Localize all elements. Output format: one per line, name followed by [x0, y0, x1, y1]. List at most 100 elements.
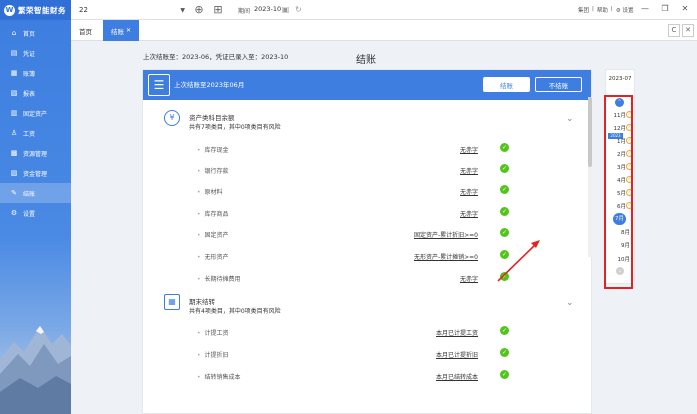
settings-link[interactable]: ⚙ 设置 [616, 6, 634, 14]
table-row: 库存商品 无赤字 ✓ [143, 202, 591, 223]
yen-icon: ¥ [164, 110, 180, 126]
panel-header: ☰ 上次结账至2023年06月 结账 不结账 [143, 70, 591, 100]
check-icon: ✓ [500, 370, 509, 379]
ledger-icon: ▦ [10, 69, 18, 77]
row-status-link[interactable]: 本月已计提工资 [436, 328, 478, 337]
sidebar-item-label: 结账 [23, 190, 36, 198]
sidebar-item-fixed-assets[interactable]: ▥ 固定资产 [0, 103, 71, 123]
section-period-end[interactable]: ▦ 期末结转 共有4项类目，其中0项类目有风险 ⌄ [143, 288, 591, 320]
plus-circle-icon[interactable]: ⊕ [193, 4, 205, 16]
table-row: 银行存款 无赤字 ✓ [143, 159, 591, 180]
sidebar-item-label: 工资 [23, 130, 36, 138]
pen-icon: ✎ [11, 189, 17, 197]
row-status-link[interactable]: 无赤字 [460, 145, 478, 154]
check-icon: ✓ [500, 348, 509, 357]
table-row: 结转销售成本 本月已结转成本 ✓ [143, 365, 591, 386]
section-asset-balance[interactable]: ¥ 资产类科目余额 共有7项类目，其中0项类目有风险 ⌄ [143, 104, 591, 136]
sidebar-item-funds[interactable]: ▨ 资金管理 [0, 163, 71, 183]
row-status-link[interactable]: 本月已结转成本 [436, 372, 478, 381]
group-link[interactable]: 集团 [578, 6, 589, 14]
tab-bar: 首页 结账 ✕ C ✕ [71, 20, 697, 41]
sidebar-item-resources[interactable]: ▩ 资源管理 [0, 143, 71, 163]
chevron-down-icon[interactable]: ⌄ [566, 298, 574, 308]
refresh-icon[interactable]: ↻ [294, 5, 303, 14]
sidebar-item-label: 凭证 [23, 50, 36, 58]
table-row: 计提折旧 本月已计提折旧 ✓ [143, 343, 591, 364]
check-icon: ✓ [500, 272, 509, 281]
sidebar: ⌂ 首页 ▤ 凭证 ▦ 账簿 ▧ 报表 ▥ 固定资产 ♙ 工资 ▩ 资源管理 ▨… [0, 20, 71, 414]
row-status-link[interactable]: 无赤字 [460, 274, 478, 283]
check-icon: ✓ [500, 207, 509, 216]
check-icon: ✓ [500, 250, 509, 259]
close-icon[interactable]: ✕ [126, 27, 131, 34]
tab-home[interactable]: 首页 [71, 20, 100, 41]
asset-icon: ▥ [10, 109, 18, 117]
calendar-icon[interactable]: ▣ [281, 5, 290, 14]
tab-label: 结账 [111, 27, 124, 36]
period-label: 期间 [238, 8, 251, 15]
row-status-link[interactable]: 无赤字 [460, 166, 478, 175]
sidebar-item-payroll[interactable]: ♙ 工资 [0, 123, 71, 143]
period-value[interactable]: 2023-10 [254, 5, 281, 13]
chevron-down-icon[interactable]: ⌄ [566, 114, 574, 124]
check-icon: ✓ [500, 326, 509, 335]
sidebar-item-home[interactable]: ⌂ 首页 [0, 23, 71, 43]
section-title: 期末结转 [189, 298, 215, 306]
logo: W 繁荣智能财务 [0, 0, 71, 20]
refresh-tab-button[interactable]: C [668, 24, 680, 37]
section-title: 资产类科目余额 [189, 114, 235, 122]
account-value: 22 [79, 6, 88, 14]
sidebar-item-label: 首页 [23, 30, 36, 38]
table-row: 长期待摊费用 无赤字 ✓ [143, 267, 591, 288]
close-all-tabs-button[interactable]: ✕ [682, 24, 694, 37]
account-select[interactable]: 22 ▼ [76, 4, 188, 16]
close-books-button[interactable]: 结账 [483, 77, 530, 92]
row-status-link[interactable]: 无赤字 [460, 209, 478, 218]
section-subtitle: 共有4项类目，其中0项类目有风险 [189, 308, 281, 315]
sidebar-item-voucher[interactable]: ▤ 凭证 [0, 43, 71, 63]
closing-panel: ☰ 上次结账至2023年06月 结账 不结账 ¥ 资产类科目余额 共有7项类目，… [142, 69, 592, 414]
sidebar-item-closing[interactable]: ✎ 结账 [0, 183, 71, 203]
sidebar-item-label: 报表 [23, 90, 36, 98]
restore-button[interactable]: ❐ [659, 3, 671, 15]
gear-icon: ⚙ [10, 209, 18, 217]
document-search-icon: ☰ [148, 74, 170, 96]
close-window-button[interactable]: ✕ [679, 3, 691, 15]
sidebar-item-label: 设置 [23, 210, 36, 218]
tab-closing[interactable]: 结账 ✕ [103, 20, 139, 41]
grid-icon[interactable]: ⊞ [212, 4, 224, 16]
person-icon: ♙ [10, 129, 18, 137]
scrollbar[interactable] [588, 97, 592, 257]
month-highlight-box [604, 95, 633, 289]
mountain-illustration [0, 326, 71, 414]
check-icon: ✓ [500, 185, 509, 194]
sidebar-item-label: 资金管理 [23, 170, 48, 178]
scrollbar-thumb[interactable] [588, 97, 592, 167]
last-closing-info: 上次结账至：2023-06，凭证已录入至：2023-10 [143, 53, 289, 61]
help-link[interactable]: 帮助 [597, 6, 608, 14]
home-icon: ⌂ [11, 29, 17, 37]
report-icon: ▧ [10, 89, 18, 97]
logo-mark: W [4, 4, 15, 16]
table-row: 固定资产 固定资产-累计折旧>=0 ✓ [143, 223, 591, 244]
sidebar-item-settings[interactable]: ⚙ 设置 [0, 203, 71, 223]
minimize-button[interactable]: — [639, 3, 651, 15]
sidebar-item-ledger[interactable]: ▦ 账簿 [0, 63, 71, 83]
voucher-icon: ▤ [10, 49, 18, 57]
table-row: 无形资产 无形资产-累计摊销>=0 ✓ [143, 245, 591, 266]
check-icon: ✓ [500, 228, 509, 237]
row-status-link[interactable]: 无赤字 [460, 187, 478, 196]
row-status-link[interactable]: 固定资产-累计折旧>=0 [414, 230, 478, 239]
sidebar-item-label: 资源管理 [23, 150, 48, 158]
table-row: 原材料 无赤字 ✓ [143, 180, 591, 201]
page-title: 结账 [356, 55, 376, 66]
sidebar-item-reports[interactable]: ▧ 报表 [0, 83, 71, 103]
chevron-down-icon: ▼ [180, 6, 185, 14]
row-status-link[interactable]: 本月已计提折旧 [436, 350, 478, 359]
skip-close-button[interactable]: 不结账 [535, 77, 582, 92]
top-bar: W 繁荣智能财务 22 ▼ ⊕ ⊞ 期间 2023-10 ▣ ↻ 集团 | 帮助… [0, 0, 697, 20]
ledger-icon: ▦ [164, 294, 180, 310]
top-links: 集团 | 帮助 | ⚙ 设置 [578, 6, 634, 14]
row-status-link[interactable]: 无形资产-累计摊销>=0 [414, 252, 478, 261]
resource-icon: ▩ [10, 149, 18, 157]
